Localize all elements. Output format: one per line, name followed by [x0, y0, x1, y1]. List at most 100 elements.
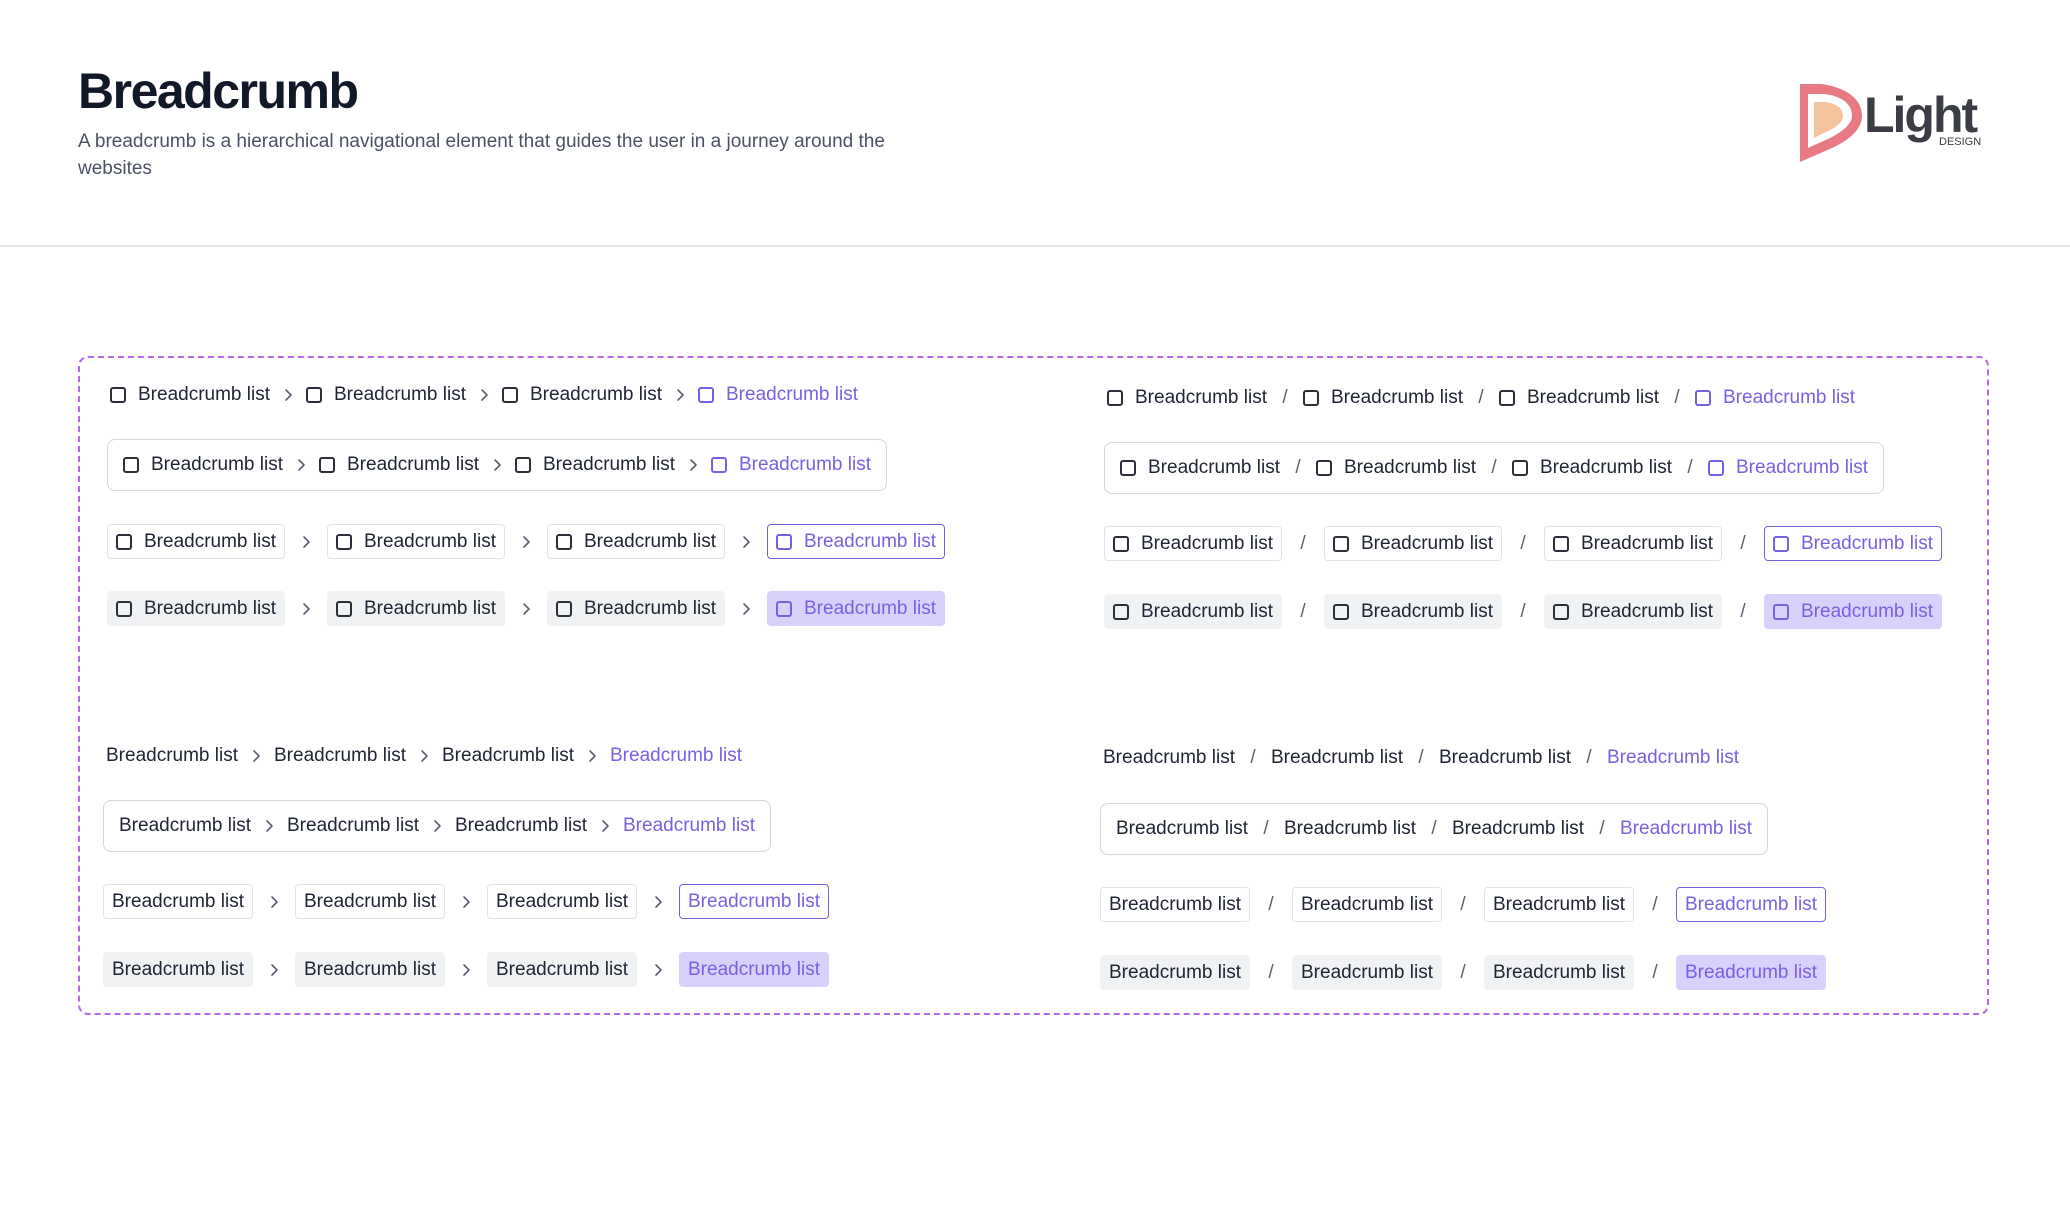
breadcrumb-item[interactable]: Breadcrumb list	[1104, 526, 1282, 561]
breadcrumb-item-current[interactable]: Breadcrumb list	[679, 884, 829, 919]
breadcrumb-item-current[interactable]: Breadcrumb list	[695, 377, 861, 412]
breadcrumb-label: Breadcrumb list	[1109, 893, 1241, 915]
breadcrumb-item[interactable]: Breadcrumb list	[512, 448, 678, 483]
breadcrumb-item[interactable]: Breadcrumb list	[1449, 812, 1587, 847]
breadcrumb-label: Breadcrumb list	[1685, 961, 1817, 983]
breadcrumb-label: Breadcrumb list	[144, 597, 276, 619]
breadcrumb-item[interactable]: Breadcrumb list	[439, 738, 577, 773]
breadcrumb-item[interactable]: Breadcrumb list	[547, 591, 725, 626]
breadcrumb-item[interactable]: Breadcrumb list	[1544, 526, 1722, 561]
page-description: A breadcrumb is a hierarchical navigatio…	[78, 131, 885, 179]
breadcrumb-item[interactable]: Breadcrumb list	[107, 591, 285, 626]
breadcrumb-item[interactable]: Breadcrumb list	[295, 884, 445, 919]
breadcrumb-item[interactable]: Breadcrumb list	[1117, 451, 1283, 486]
breadcrumb-chevron-with-icons-plain: Breadcrumb list Breadcrumb list Breadcrumb…	[107, 377, 861, 412]
square-icon	[116, 533, 132, 550]
breadcrumb-item[interactable]: Breadcrumb list	[1100, 887, 1250, 922]
square-icon	[698, 386, 714, 403]
breadcrumb-item[interactable]: Breadcrumb list	[1100, 955, 1250, 990]
slash-separator: /	[1250, 746, 1256, 768]
breadcrumb-item-current[interactable]: Breadcrumb list	[1705, 451, 1871, 486]
breadcrumb-item-current[interactable]: Breadcrumb list	[1764, 594, 1942, 629]
breadcrumb-item[interactable]: Breadcrumb list	[1496, 380, 1662, 415]
chevron-right-icon	[511, 599, 541, 619]
breadcrumb-slash-boxed: Breadcrumb list / Breadcrumb list / Breadcru…	[1100, 887, 1826, 922]
breadcrumb-item[interactable]: Breadcrumb list	[327, 524, 505, 559]
breadcrumb-item-current[interactable]: Breadcrumb list	[620, 809, 758, 844]
breadcrumb-item[interactable]: Breadcrumb list	[271, 738, 409, 773]
breadcrumb-item-current[interactable]: Breadcrumb list	[1764, 526, 1942, 561]
breadcrumb-item[interactable]: Breadcrumb list	[1324, 526, 1502, 561]
breadcrumb-item-current[interactable]: Breadcrumb list	[679, 952, 829, 987]
chevron-right-icon	[678, 455, 708, 475]
breadcrumb-label: Breadcrumb list	[112, 890, 244, 912]
breadcrumb-item[interactable]: Breadcrumb list	[547, 524, 725, 559]
breadcrumb-item-current[interactable]: Breadcrumb list	[1692, 380, 1858, 415]
square-icon	[502, 386, 518, 403]
breadcrumb-item[interactable]: Breadcrumb list	[327, 591, 505, 626]
breadcrumb-item[interactable]: Breadcrumb list	[103, 952, 253, 987]
breadcrumb-item[interactable]: Breadcrumb list	[120, 448, 286, 483]
chevron-right-icon	[643, 960, 673, 980]
breadcrumb-item[interactable]: Breadcrumb list	[1436, 740, 1574, 775]
chevron-right-icon	[409, 746, 439, 766]
square-icon	[319, 457, 335, 473]
slash-separator: /	[1460, 893, 1466, 915]
square-icon	[1316, 460, 1332, 476]
breadcrumb-item-current[interactable]: Breadcrumb list	[1604, 740, 1742, 775]
breadcrumb-label: Breadcrumb list	[1801, 600, 1933, 622]
breadcrumb-item[interactable]: Breadcrumb list	[1313, 451, 1479, 486]
breadcrumb-label: Breadcrumb list	[1452, 818, 1584, 839]
breadcrumb-item[interactable]: Breadcrumb list	[316, 448, 482, 483]
breadcrumb-item[interactable]: Breadcrumb list	[1300, 380, 1466, 415]
breadcrumb-item[interactable]: Breadcrumb list	[1104, 594, 1282, 629]
breadcrumb-label: Breadcrumb list	[442, 744, 574, 766]
slash-separator: /	[1520, 600, 1526, 622]
logo-word: Light	[1864, 87, 1979, 143]
breadcrumb-item[interactable]: Breadcrumb list	[1100, 740, 1238, 775]
breadcrumb-item[interactable]: Breadcrumb list	[303, 377, 469, 412]
breadcrumb-label: Breadcrumb list	[804, 530, 936, 552]
square-icon	[110, 386, 126, 403]
breadcrumb-item[interactable]: Breadcrumb list	[1292, 955, 1442, 990]
breadcrumb-item[interactable]: Breadcrumb list	[499, 377, 665, 412]
breadcrumb-item[interactable]: Breadcrumb list	[103, 884, 253, 919]
breadcrumb-item[interactable]: Breadcrumb list	[1104, 380, 1270, 415]
breadcrumb-item[interactable]: Breadcrumb list	[103, 738, 241, 773]
breadcrumb-item-current[interactable]: Breadcrumb list	[767, 591, 945, 626]
breadcrumb-item[interactable]: Breadcrumb list	[487, 952, 637, 987]
square-icon	[336, 533, 352, 550]
breadcrumb-item[interactable]: Breadcrumb list	[1268, 740, 1406, 775]
breadcrumb-item[interactable]: Breadcrumb list	[1484, 955, 1634, 990]
chevron-right-icon	[254, 816, 284, 836]
breadcrumb-item-current[interactable]: Breadcrumb list	[607, 738, 745, 773]
breadcrumb-item[interactable]: Breadcrumb list	[107, 524, 285, 559]
breadcrumb-label: Breadcrumb list	[1141, 600, 1273, 622]
breadcrumb-label: Breadcrumb list	[1607, 746, 1739, 768]
breadcrumb-item-current[interactable]: Breadcrumb list	[708, 448, 874, 483]
breadcrumb-item[interactable]: Breadcrumb list	[1113, 812, 1251, 847]
breadcrumb-label: Breadcrumb list	[1493, 961, 1625, 983]
breadcrumb-item-current[interactable]: Breadcrumb list	[1617, 812, 1755, 847]
breadcrumb-item[interactable]: Breadcrumb list	[1281, 812, 1419, 847]
breadcrumb-label: Breadcrumb list	[119, 815, 251, 836]
breadcrumb-item-current[interactable]: Breadcrumb list	[767, 524, 945, 559]
breadcrumb-item-current[interactable]: Breadcrumb list	[1676, 955, 1826, 990]
logo-sub: DESIGN	[1939, 136, 1981, 148]
breadcrumb-label: Breadcrumb list	[1361, 600, 1493, 622]
breadcrumb-item-current[interactable]: Breadcrumb list	[1676, 887, 1826, 922]
breadcrumb-label: Breadcrumb list	[151, 454, 283, 475]
breadcrumb-item[interactable]: Breadcrumb list	[452, 809, 590, 844]
breadcrumb-item[interactable]: Breadcrumb list	[1544, 594, 1722, 629]
breadcrumb-item[interactable]: Breadcrumb list	[487, 884, 637, 919]
breadcrumb-item[interactable]: Breadcrumb list	[1484, 887, 1634, 922]
breadcrumb-item[interactable]: Breadcrumb list	[1509, 451, 1675, 486]
breadcrumb-item[interactable]: Breadcrumb list	[295, 952, 445, 987]
square-icon	[1773, 603, 1789, 620]
breadcrumb-label: Breadcrumb list	[688, 890, 820, 912]
breadcrumb-item[interactable]: Breadcrumb list	[284, 809, 422, 844]
breadcrumb-item[interactable]: Breadcrumb list	[1292, 887, 1442, 922]
breadcrumb-item[interactable]: Breadcrumb list	[1324, 594, 1502, 629]
breadcrumb-item[interactable]: Breadcrumb list	[107, 377, 273, 412]
breadcrumb-item[interactable]: Breadcrumb list	[116, 809, 254, 844]
